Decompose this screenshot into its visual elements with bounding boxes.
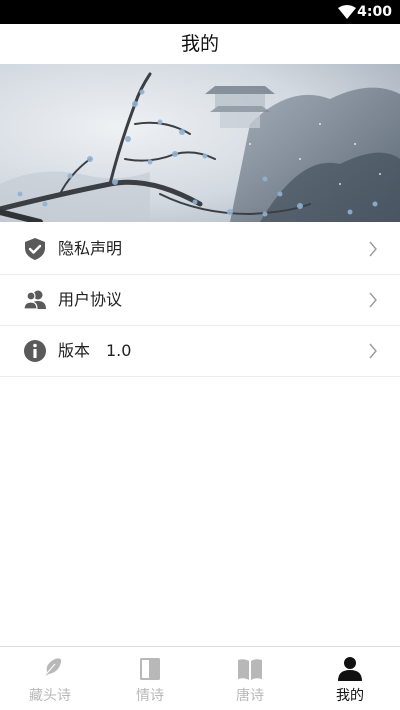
menu-item-privacy[interactable]: 隐私声明: [0, 224, 400, 275]
nav-tab-acrostic[interactable]: 藏头诗: [0, 647, 100, 710]
users-icon: [23, 290, 46, 310]
version-value: 1.0: [106, 341, 132, 360]
nav-label: 藏头诗: [29, 688, 71, 704]
nav-tab-love-poems[interactable]: 情诗: [100, 647, 200, 710]
nav-label: 我的: [336, 688, 364, 704]
nav-label: 情诗: [136, 688, 164, 704]
banner-image: [0, 64, 400, 222]
person-icon: [338, 657, 362, 681]
info-icon: [24, 340, 46, 362]
app-screen: 4:00 我的 隐私声明 用户协议 版本 1.0 藏头诗 情诗 唐诗 我的: [0, 0, 400, 710]
menu-item-label: 用户协议: [58, 290, 123, 309]
chevron-right-icon: [369, 241, 377, 257]
nav-label: 唐诗: [236, 688, 264, 704]
shield-check-icon: [25, 238, 45, 260]
status-time: 4:00: [357, 4, 392, 20]
menu-item-version[interactable]: 版本 1.0: [0, 326, 400, 377]
closed-book-icon: [140, 658, 160, 680]
page-title: 我的: [180, 33, 219, 55]
menu-item-user-agreement[interactable]: 用户协议: [0, 275, 400, 326]
wifi-icon: [338, 5, 356, 19]
chevron-right-icon: [369, 292, 377, 308]
menu-item-label: 隐私声明: [58, 239, 123, 258]
bottom-navigation: 藏头诗 情诗 唐诗 我的: [0, 646, 400, 710]
menu-item-label: 版本: [58, 341, 91, 360]
open-book-icon: [238, 659, 262, 680]
nav-tab-tang-poems[interactable]: 唐诗: [200, 647, 300, 710]
status-bar: 4:00: [0, 0, 400, 24]
title-bar: 我的: [0, 24, 400, 64]
chevron-right-icon: [369, 343, 377, 359]
feather-icon: [40, 658, 62, 681]
plum-blossom-landscape-image: [0, 64, 400, 222]
nav-tab-mine[interactable]: 我的: [300, 647, 400, 710]
settings-menu: 隐私声明 用户协议 版本 1.0: [0, 224, 400, 377]
